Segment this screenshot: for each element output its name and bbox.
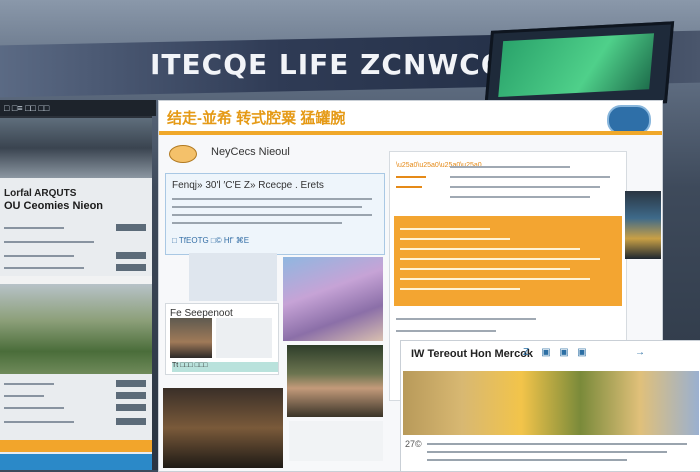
people-tag: Tt □□□ □□□	[172, 362, 278, 372]
left-panel: □ □≡ □□ □□ Lorfal ARQUTS OU Ceomies Nieo…	[0, 100, 156, 470]
people-card[interactable]: Fe Seepenoot Tt □□□ □□□	[165, 303, 279, 375]
placeholder-image	[216, 318, 272, 358]
arrow-icon[interactable]: →	[633, 347, 647, 359]
text-line	[400, 258, 600, 260]
text-line	[400, 248, 580, 250]
list-item[interactable]	[4, 264, 148, 272]
text-line	[427, 451, 667, 453]
blue-card-title: Fenqj» 30'l ′C'Е Z» Rcecpe . Erets	[172, 180, 324, 191]
banner-title: ITECQE LIFE ZCNWCQL	[150, 48, 525, 81]
text-line	[172, 214, 372, 216]
portrait-photo[interactable]	[287, 345, 383, 417]
text-line	[396, 318, 536, 320]
tablet-screen	[498, 33, 655, 98]
list-item[interactable]	[4, 238, 148, 246]
dark-photo[interactable]	[163, 388, 283, 468]
text-line	[396, 186, 422, 188]
left-panel-blue-bar[interactable]	[0, 454, 152, 470]
photo-pink[interactable]	[283, 257, 383, 341]
text-line	[450, 176, 610, 178]
person-photo[interactable]	[170, 318, 212, 358]
text-line	[172, 206, 362, 208]
left-panel-top: □ □≡ □□ □□	[0, 100, 156, 178]
text-line	[172, 198, 372, 200]
blue-card[interactable]: Fenqj» 30'l ′C'Е Z» Rcecpe . Erets □ TfE…	[165, 173, 385, 255]
bottom-right-title[interactable]: IW Tereout Hon Mercok	[411, 348, 533, 360]
list-item[interactable]	[4, 224, 148, 232]
text-line	[400, 268, 570, 270]
left-panel-subheading: OU Ceomies Nieon	[4, 200, 104, 212]
blue-card-link[interactable]: □ TfEOTG □© Hf’ ⌘E	[172, 236, 249, 245]
calendar-icon[interactable]: ▣	[575, 347, 589, 359]
left-panel-orange-bar[interactable]	[0, 440, 152, 452]
text-line	[427, 459, 627, 461]
text-line	[400, 288, 520, 290]
site-logo-icon[interactable]	[169, 145, 197, 163]
left-panel-image	[0, 118, 152, 178]
main-header-title: 结走-並希 转式腔粟 猛罐腕	[167, 110, 346, 127]
bottom-right-panel: IW Tereout Hon Mercok Z ▣ ▣ ▣ → 27©	[400, 340, 700, 472]
text-line	[400, 278, 590, 280]
list-item[interactable]	[4, 380, 148, 388]
text-line	[396, 176, 426, 178]
feature-illustration[interactable]	[403, 371, 699, 435]
list-item[interactable]	[4, 392, 148, 400]
image-icon[interactable]: ▣	[539, 347, 553, 359]
text-line	[400, 228, 490, 230]
side-photo[interactable]	[625, 191, 661, 259]
text-line	[400, 238, 510, 240]
text-line	[172, 222, 342, 224]
left-panel-heading: Lorfal ARQUTS	[4, 188, 77, 199]
text-line	[450, 166, 570, 168]
list-item[interactable]	[4, 252, 148, 260]
letter-icon[interactable]: Z	[519, 347, 533, 359]
list-item[interactable]	[4, 404, 148, 412]
site-title[interactable]: NeyCecs Nieoul	[211, 146, 290, 158]
garden-caption	[0, 276, 152, 284]
garden-image[interactable]	[0, 284, 152, 374]
highlight-box	[394, 216, 622, 306]
header-divider	[159, 131, 662, 135]
grid-icon[interactable]: ▣	[557, 347, 571, 359]
text-line	[450, 186, 600, 188]
placeholder-image	[189, 253, 277, 301]
tablet-graphic	[483, 21, 675, 113]
main-header: 结走-並希 转式腔粟 猛罐腕	[159, 101, 662, 135]
bottom-card	[289, 421, 383, 461]
caption-number: 27©	[405, 439, 422, 449]
left-panel-toolbar[interactable]: □ □≡ □□ □□	[0, 100, 156, 116]
text-line	[450, 196, 590, 198]
list-item[interactable]	[4, 418, 148, 426]
text-line	[396, 330, 496, 332]
text-line	[427, 443, 687, 445]
